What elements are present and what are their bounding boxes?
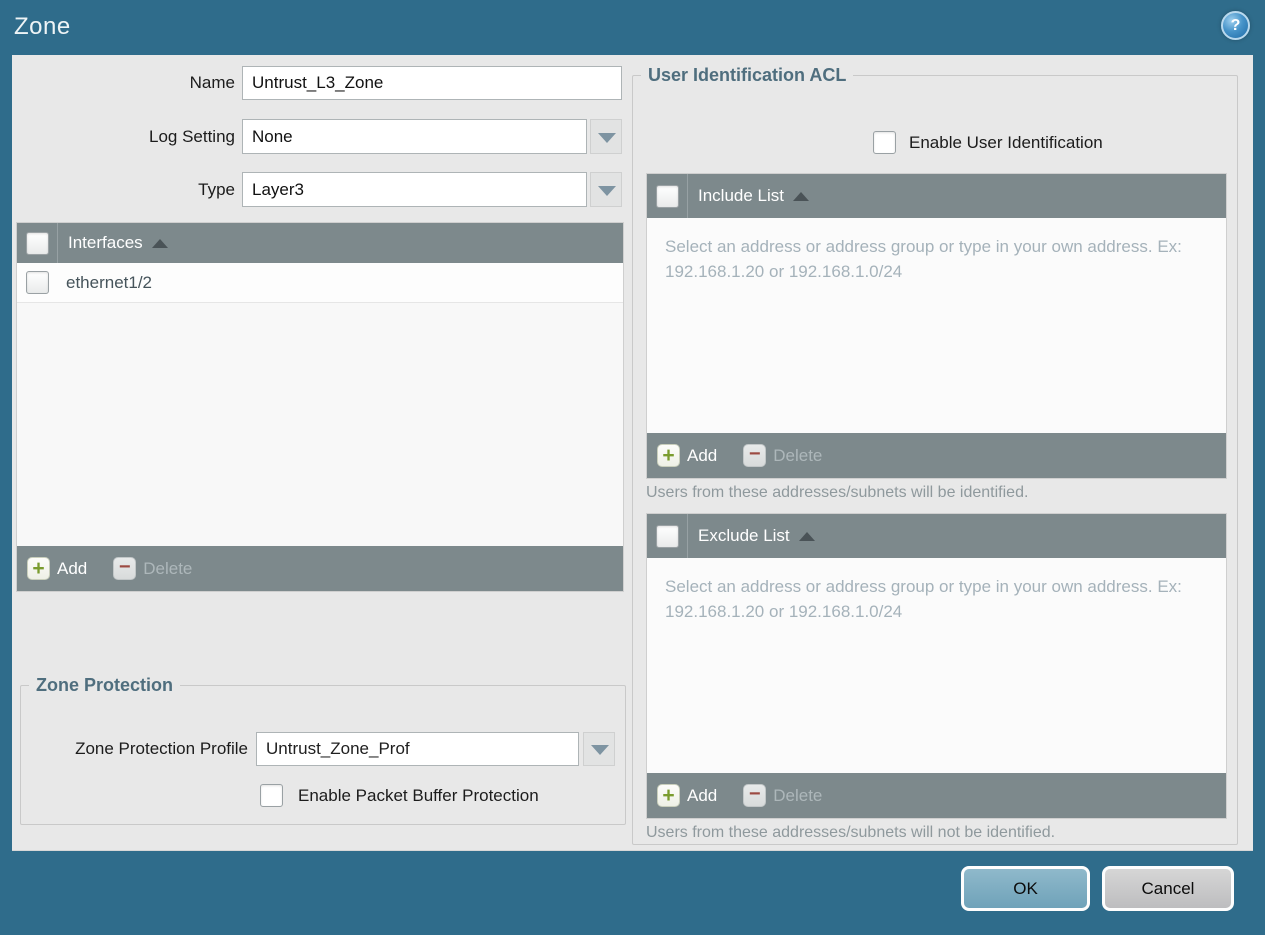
exclude-list-hint: Users from these addresses/subnets will … — [646, 824, 1056, 841]
user-identification-acl-legend: User Identification ACL — [648, 65, 847, 85]
include-list-placeholder: Select an address or address group or ty… — [665, 237, 1182, 281]
exclude-add-button[interactable]: + Add — [657, 784, 717, 807]
minus-icon: − — [113, 557, 137, 580]
include-list-toolbar: + Add − Delete — [647, 433, 1226, 478]
name-label: Name — [189, 73, 235, 92]
user-identification-acl-group: User Identification ACL Enable User Iden… — [632, 65, 1238, 845]
zone-protection-profile-label: Zone Protection Profile — [75, 739, 248, 758]
interface-row[interactable]: ethernet1/2 — [17, 263, 623, 303]
delete-button-label: Delete — [773, 445, 823, 465]
dialog-titlebar: Zone ? — [0, 0, 1265, 55]
interfaces-delete-button[interactable]: − Delete — [113, 557, 192, 580]
minus-icon: − — [743, 784, 767, 807]
add-button-label: Add — [57, 558, 88, 578]
packet-buffer-protection-label: Enable Packet Buffer Protection — [298, 786, 539, 805]
plus-icon: + — [657, 444, 680, 467]
include-list-body[interactable]: Select an address or address group or ty… — [647, 218, 1226, 433]
packet-buffer-protection-checkbox[interactable] — [260, 784, 283, 807]
chevron-down-icon — [598, 186, 616, 196]
chevron-down-icon — [598, 133, 616, 143]
include-select-all-checkbox[interactable] — [655, 184, 679, 208]
enable-user-identification-checkbox[interactable] — [873, 131, 896, 154]
log-setting-dropdown[interactable]: None — [242, 119, 587, 154]
plus-icon: + — [657, 784, 680, 807]
exclude-delete-button[interactable]: − Delete — [743, 784, 822, 807]
interfaces-add-button[interactable]: + Add — [27, 557, 87, 580]
sort-ascending-icon[interactable] — [151, 238, 168, 248]
include-delete-button[interactable]: − Delete — [743, 444, 822, 467]
interfaces-table: Interfaces ethernet1/2 + Add − Delete — [16, 222, 624, 592]
zone-protection-legend: Zone Protection — [36, 675, 174, 695]
dialog-body: Name Log Setting None Type Layer3 Interf… — [12, 55, 1253, 851]
zone-dialog-window: Zone ? Name Log Setting None Type Layer3… — [0, 0, 1265, 935]
minus-icon: − — [743, 444, 767, 467]
add-button-label: Add — [687, 445, 718, 465]
dialog-title: Zone — [14, 13, 71, 40]
include-select-all-cell — [647, 174, 688, 218]
exclude-list-column-header[interactable]: Exclude List — [698, 526, 790, 546]
interfaces-list: ethernet1/2 — [17, 263, 623, 546]
interfaces-select-all-cell — [17, 223, 58, 263]
log-setting-label: Log Setting — [148, 127, 235, 146]
cancel-button[interactable]: Cancel — [1102, 866, 1234, 911]
exclude-list-body[interactable]: Select an address or address group or ty… — [647, 558, 1226, 773]
zone-protection-profile-dropdown-button[interactable] — [583, 732, 615, 766]
chevron-down-icon — [591, 745, 609, 755]
exclude-list-table: Exclude List Select an address or addres… — [646, 513, 1227, 819]
include-list-table: Include List Select an address or addres… — [646, 173, 1227, 479]
include-add-button[interactable]: + Add — [657, 444, 717, 467]
interfaces-column-header[interactable]: Interfaces — [68, 233, 143, 253]
zone-protection-group: Zone Protection Zone Protection Profile … — [20, 675, 626, 825]
interfaces-select-all-checkbox[interactable] — [25, 231, 49, 255]
delete-button-label: Delete — [143, 558, 193, 578]
sort-ascending-icon[interactable] — [793, 191, 809, 201]
sort-ascending-icon[interactable] — [798, 531, 815, 541]
type-label: Type — [198, 180, 235, 199]
exclude-select-all-cell — [647, 514, 688, 558]
exclude-select-all-checkbox[interactable] — [655, 524, 679, 548]
help-icon[interactable]: ? — [1221, 11, 1250, 40]
exclude-list-header: Exclude List — [647, 514, 1226, 558]
type-dropdown-button[interactable] — [590, 172, 622, 207]
include-list-header: Include List — [647, 174, 1226, 218]
delete-button-label: Delete — [773, 785, 823, 805]
name-input[interactable] — [242, 66, 622, 100]
interface-row-checkbox-cell — [17, 271, 58, 294]
exclude-list-placeholder: Select an address or address group or ty… — [665, 577, 1182, 621]
plus-icon: + — [27, 557, 50, 580]
interfaces-table-header: Interfaces — [17, 223, 623, 263]
ok-button[interactable]: OK — [961, 866, 1090, 911]
type-dropdown[interactable]: Layer3 — [242, 172, 587, 207]
interface-row-checkbox[interactable] — [26, 271, 49, 294]
log-setting-dropdown-button[interactable] — [590, 119, 622, 154]
interfaces-toolbar: + Add − Delete — [17, 546, 623, 591]
interface-name: ethernet1/2 — [66, 272, 153, 292]
include-list-column-header[interactable]: Include List — [698, 186, 784, 206]
include-list-hint: Users from these addresses/subnets will … — [646, 484, 1029, 501]
add-button-label: Add — [687, 785, 718, 805]
zone-protection-profile-dropdown[interactable]: Untrust_Zone_Prof — [256, 732, 579, 766]
exclude-list-toolbar: + Add − Delete — [647, 773, 1226, 818]
enable-user-identification-label: Enable User Identification — [909, 133, 1103, 152]
